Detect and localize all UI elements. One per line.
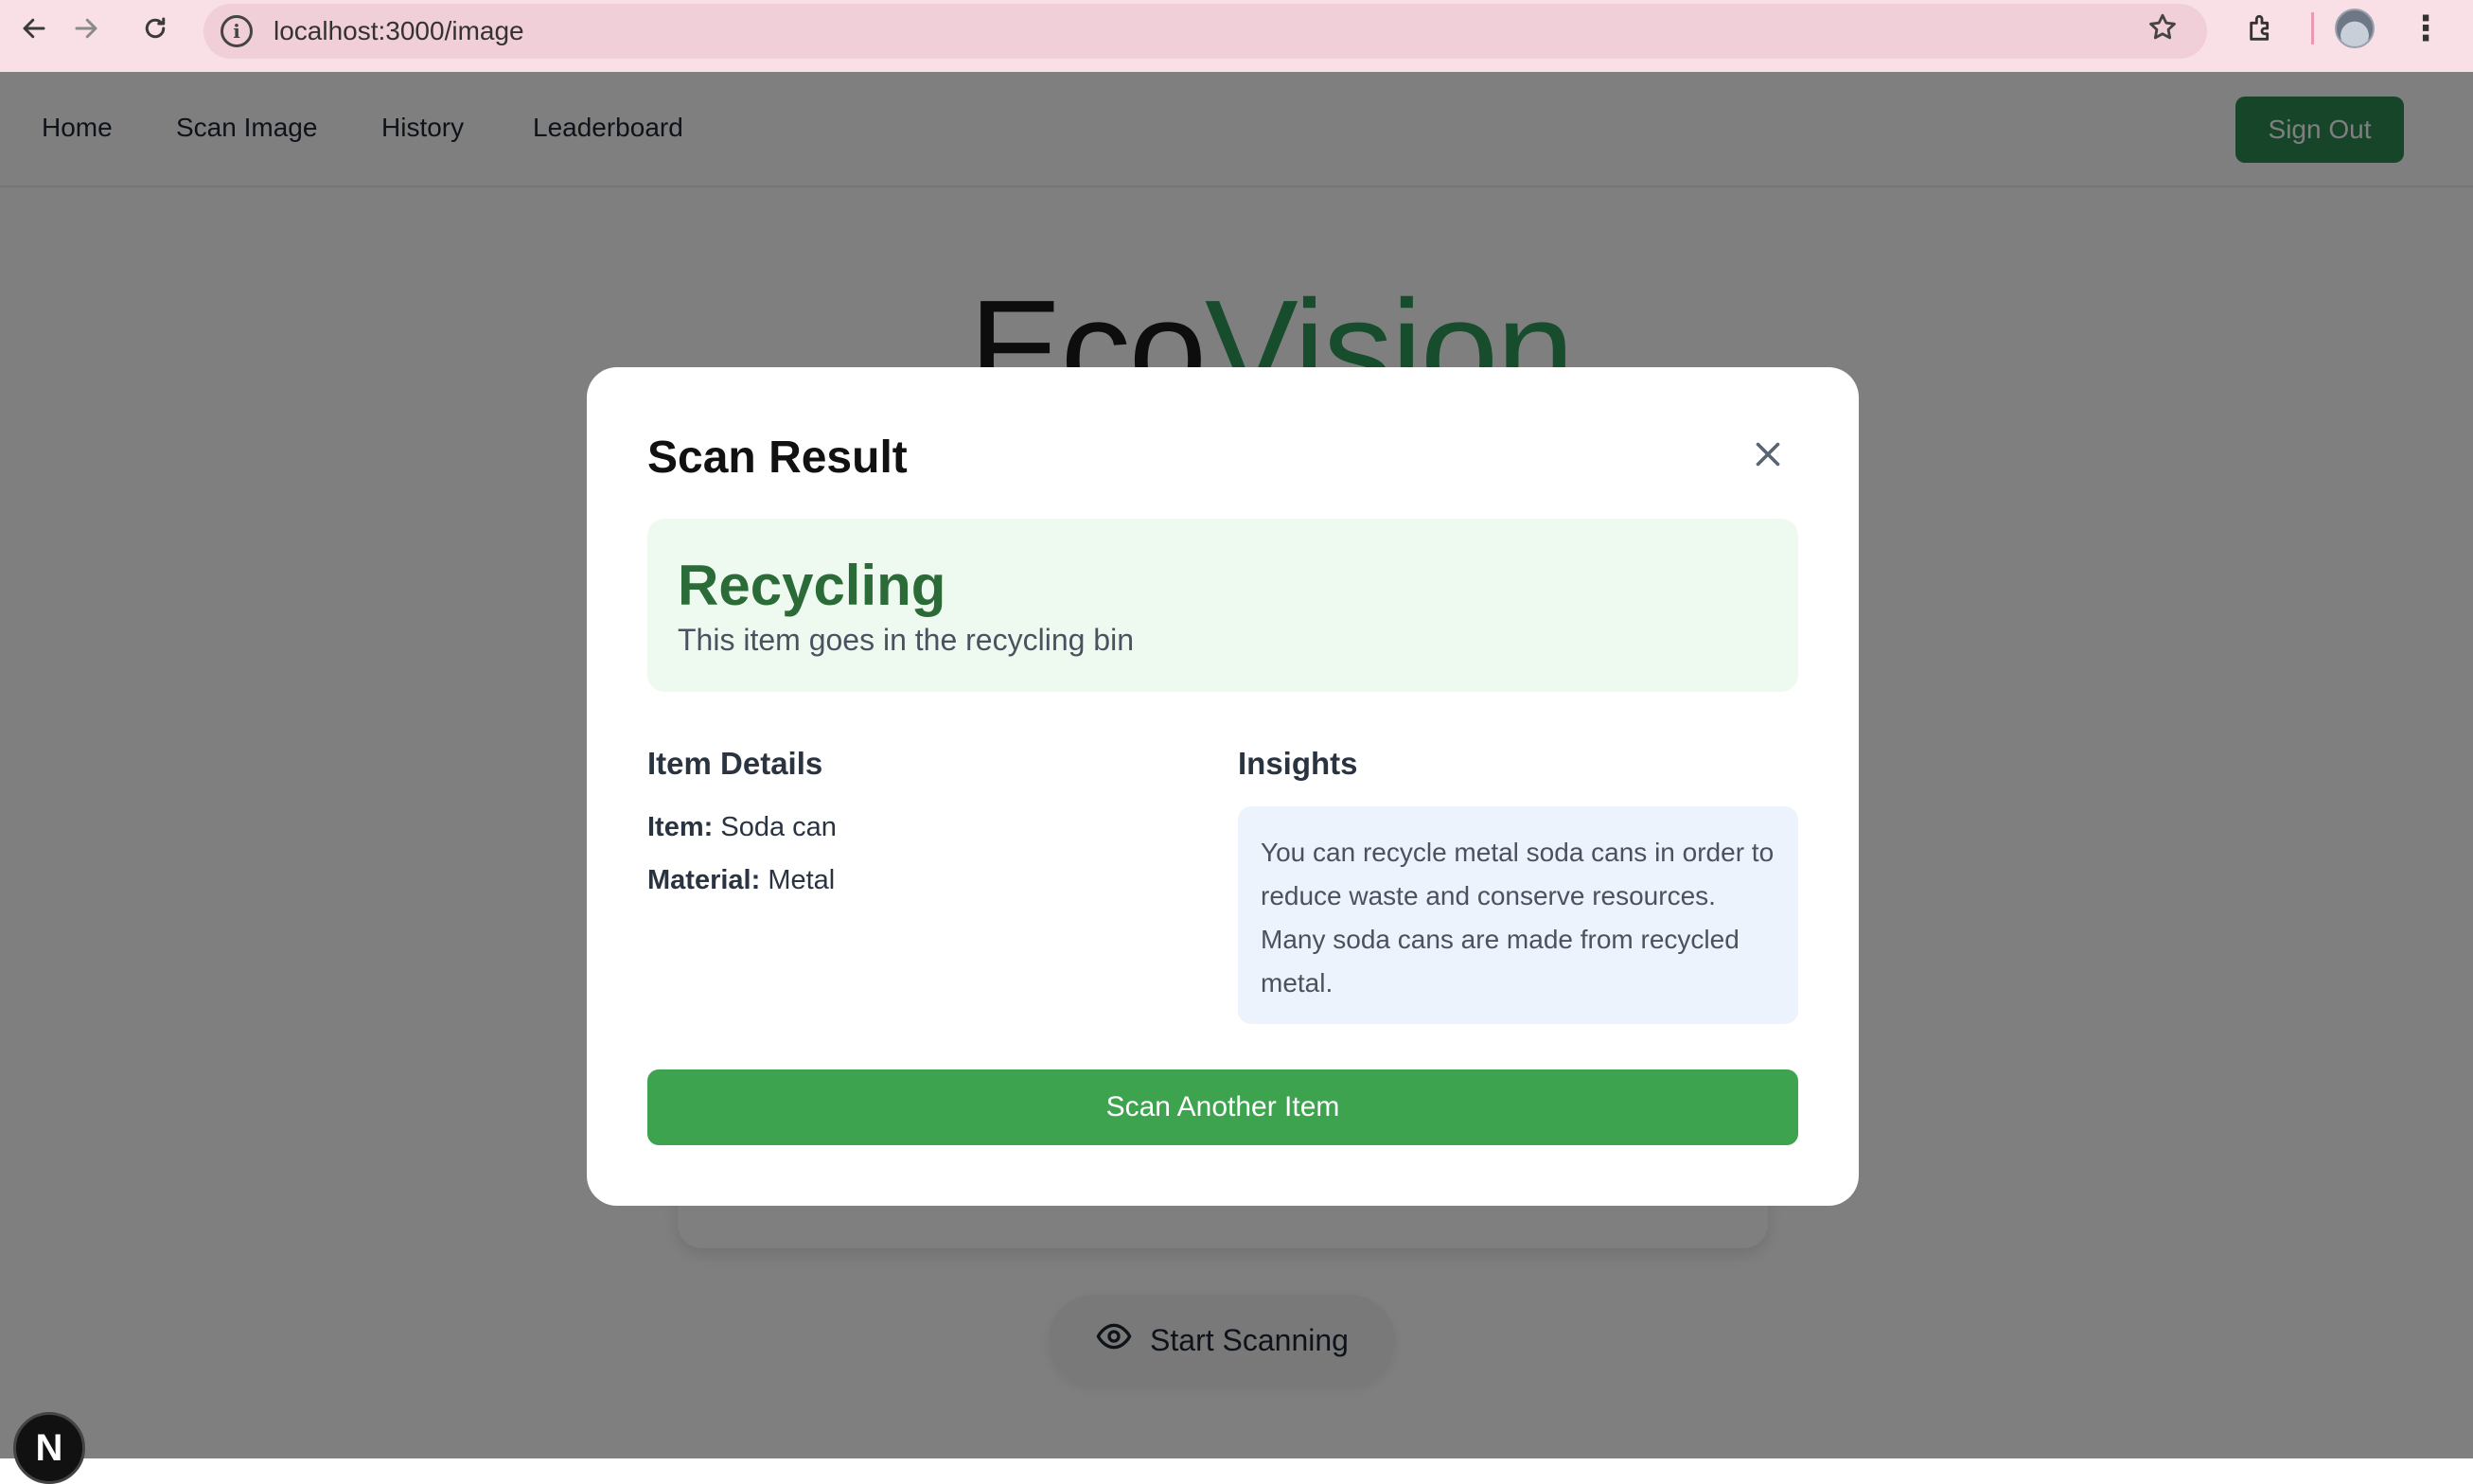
browser-toolbar: i localhost:3000/image ⋮ [0,0,2473,72]
result-category: Recycling [678,554,946,617]
material-detail: Material: Metal [647,865,835,896]
nextjs-dev-badge[interactable]: N [13,1412,85,1484]
site-info-icon[interactable]: i [221,15,253,47]
url-text[interactable]: localhost:3000/image [274,16,524,46]
item-detail: Item: Soda can [647,812,837,843]
forward-arrow-icon[interactable] [52,0,120,57]
item-value: Soda can [720,812,837,842]
result-category-box: Recycling This item goes in the recyclin… [647,519,1798,692]
scan-result-modal: Scan Result Recycling This item goes in … [587,367,1859,1206]
item-details-heading: Item Details [647,746,823,781]
extensions-icon[interactable] [2234,0,2290,57]
material-value: Metal [768,865,836,895]
insight-text: You can recycle metal soda cans in order… [1261,838,1775,998]
insights-box: You can recycle metal soda cans in order… [1238,806,1798,1024]
browser-actions: ⋮ [2234,0,2443,57]
toolbar-divider [2311,12,2314,44]
reload-icon[interactable] [121,0,189,57]
bookmark-star-icon[interactable] [2146,11,2179,52]
profile-avatar[interactable] [2335,9,2375,48]
close-icon[interactable] [1745,432,1791,477]
scan-another-item-button[interactable]: Scan Another Item [647,1069,1798,1145]
result-category-description: This item goes in the recycling bin [678,623,1134,657]
item-label: Item: [647,812,714,842]
material-label: Material: [647,865,761,895]
modal-title: Scan Result [647,433,908,483]
address-bar[interactable]: i localhost:3000/image [203,4,2207,59]
insights-heading: Insights [1238,746,1358,781]
more-menu-icon[interactable]: ⋮ [2409,11,2443,45]
